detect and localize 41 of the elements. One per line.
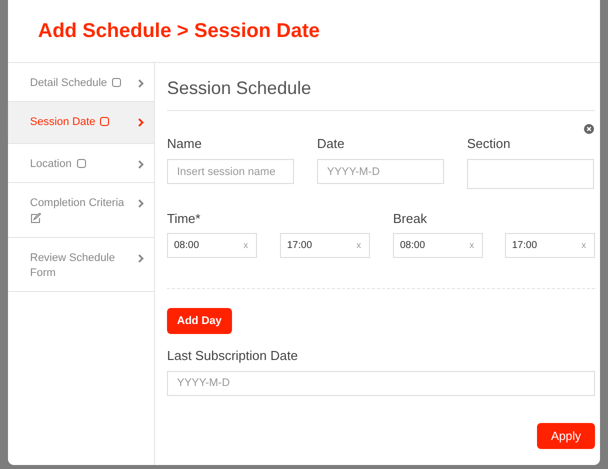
step-item[interactable]: Completion Criteria xyxy=(8,183,154,238)
chevron-icon xyxy=(138,254,144,263)
clear-button[interactable]: x xyxy=(470,238,474,252)
chevron-icon xyxy=(138,79,144,88)
square-icon xyxy=(112,78,122,87)
field-label: Section xyxy=(467,135,512,153)
chevron-icon xyxy=(138,160,144,169)
time-field[interactable]: 08:00 x xyxy=(167,233,257,258)
add-day-button[interactable]: Add Day xyxy=(167,308,232,334)
step-label: Detail Schedule xyxy=(30,77,108,89)
square-icon xyxy=(76,159,86,168)
field-label: Date xyxy=(317,135,346,153)
field-label: Break xyxy=(393,210,428,228)
chevron-icon xyxy=(138,118,144,127)
field-label: Name xyxy=(167,135,203,153)
square-icon xyxy=(100,117,110,126)
clear-button[interactable]: x xyxy=(582,238,586,252)
step-item[interactable]: Location xyxy=(8,144,154,183)
step-label: Session Date xyxy=(30,116,96,128)
apply-button[interactable]: Apply xyxy=(536,423,595,449)
text-field[interactable]: YYYY-M-D xyxy=(317,159,444,184)
step-label: Review Schedule Form xyxy=(30,252,115,279)
step-item[interactable]: Session Date xyxy=(8,102,154,144)
section-title: Session Schedule xyxy=(167,63,595,111)
edit-icon xyxy=(30,213,41,223)
step-item[interactable]: Review Schedule Form xyxy=(8,238,154,292)
date-field[interactable]: YYYY-M-D xyxy=(167,370,595,396)
chevron-icon xyxy=(138,199,144,208)
text-field[interactable] xyxy=(467,158,594,188)
dialog-title: Add Schedule > Session Date xyxy=(38,19,320,44)
field-label: Last Subscription Date xyxy=(167,347,299,366)
field-label: Time* xyxy=(167,210,202,228)
time-field[interactable]: 17:00 x xyxy=(505,233,595,258)
text-field[interactable]: Insert session name xyxy=(167,159,294,184)
clear-button[interactable]: x xyxy=(356,238,361,252)
step-label: Location xyxy=(30,158,72,170)
time-field[interactable]: 17:00 x xyxy=(280,233,370,258)
clear-button[interactable]: x xyxy=(244,238,248,252)
step-label: Completion Criteria xyxy=(30,197,124,209)
time-field[interactable]: 08:00 x xyxy=(393,233,483,258)
close-icon[interactable] xyxy=(584,124,594,134)
